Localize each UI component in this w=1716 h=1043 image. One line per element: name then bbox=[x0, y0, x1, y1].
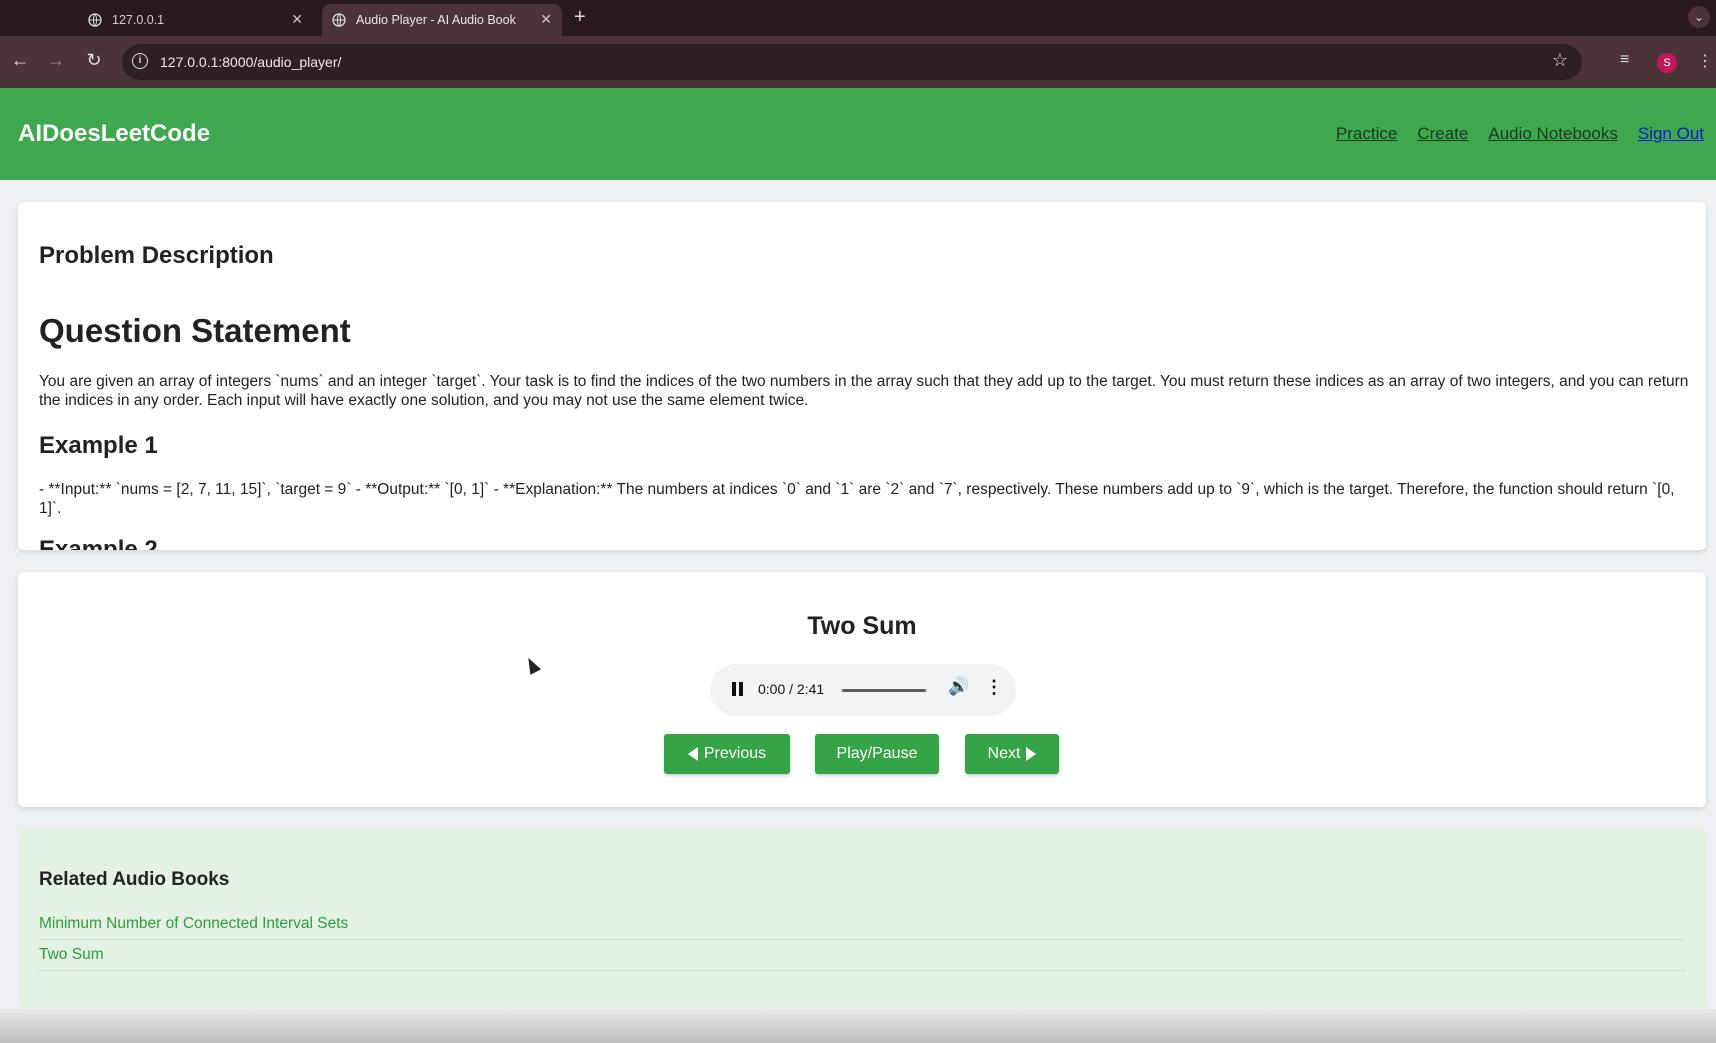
nav-link-audio-notebooks[interactable]: Audio Notebooks bbox=[1488, 124, 1617, 144]
nav-link-practice[interactable]: Practice bbox=[1336, 124, 1397, 144]
problem-description-card[interactable]: Problem Description Question Statement Y… bbox=[18, 202, 1706, 550]
browser-toolbar: ← → ↻ i 127.0.0.1:8000/audio_player/ ☆ ≡… bbox=[0, 36, 1716, 88]
address-bar[interactable]: i 127.0.0.1:8000/audio_player/ ☆ bbox=[122, 44, 1582, 80]
new-tab-icon[interactable]: + bbox=[574, 6, 586, 29]
example-text: - **Input:** `nums = [2, 7, 11, 15]`, `t… bbox=[39, 481, 1675, 517]
main-nav: Practice Create Audio Notebooks Sign Out bbox=[1336, 124, 1704, 144]
more-options-icon[interactable]: ⋮ bbox=[985, 677, 1003, 698]
close-icon[interactable]: ✕ bbox=[540, 11, 552, 28]
section-title: Problem Description bbox=[39, 242, 274, 269]
seek-slider[interactable] bbox=[842, 689, 926, 692]
site-header: AIDoesLeetCode Practice Create Audio Not… bbox=[0, 88, 1716, 180]
info-icon[interactable]: i bbox=[132, 53, 148, 69]
close-icon[interactable]: ✕ bbox=[291, 11, 303, 28]
related-link[interactable]: Two Sum bbox=[39, 946, 104, 963]
globe-icon bbox=[88, 13, 102, 27]
triangle-right-icon bbox=[1026, 747, 1037, 761]
browser-tab[interactable]: 127.0.0.1 ✕ bbox=[88, 4, 313, 36]
forward-icon[interactable]: → bbox=[44, 50, 68, 71]
media-controls-icon[interactable]: ≡ bbox=[1620, 51, 1629, 69]
triangle-left-icon bbox=[687, 747, 698, 761]
play-pause-button[interactable]: Play/Pause bbox=[815, 734, 939, 774]
bottom-bar bbox=[0, 1009, 1716, 1043]
list-item: Two Sum bbox=[39, 940, 1685, 971]
browser-tab-bar: 127.0.0.1 ✕ Audio Player - AI Audio Book… bbox=[0, 0, 1716, 36]
nav-link-create[interactable]: Create bbox=[1417, 124, 1468, 144]
next-button[interactable]: Next bbox=[965, 734, 1059, 774]
related-audio-books: Related Audio Books Minimum Number of Co… bbox=[18, 829, 1706, 1009]
previous-label: Previous bbox=[703, 745, 767, 762]
avatar[interactable]: S bbox=[1657, 53, 1677, 73]
back-icon[interactable]: ← bbox=[8, 50, 32, 71]
reload-icon[interactable]: ↻ bbox=[82, 50, 106, 71]
browser-tab-active[interactable]: Audio Player - AI Audio Book ✕ bbox=[322, 4, 562, 36]
tab-label: 127.0.0.1 bbox=[112, 13, 165, 27]
question-heading: Question Statement bbox=[39, 312, 351, 349]
list-item: Minimum Number of Connected Interval Set… bbox=[39, 909, 1685, 940]
related-heading: Related Audio Books bbox=[39, 869, 230, 890]
star-icon[interactable]: ☆ bbox=[1552, 50, 1568, 71]
globe-icon bbox=[332, 13, 346, 27]
kebab-menu-icon[interactable]: ⋮ bbox=[1697, 51, 1713, 71]
previous-button[interactable]: Previous bbox=[664, 734, 790, 774]
audio-player-card: Two Sum 0:00 / 2:41 🔊 ⋮ Previous Play/Pa… bbox=[18, 572, 1706, 807]
volume-icon[interactable]: 🔊 bbox=[948, 677, 969, 697]
related-list: Minimum Number of Connected Interval Set… bbox=[39, 909, 1685, 971]
pause-icon[interactable] bbox=[732, 682, 743, 696]
audio-player[interactable]: 0:00 / 2:41 🔊 ⋮ bbox=[710, 664, 1016, 716]
url-text: 127.0.0.1:8000/audio_player/ bbox=[160, 54, 342, 70]
chevron-down-icon[interactable]: ⌄ bbox=[1688, 6, 1710, 28]
time-display: 0:00 / 2:41 bbox=[758, 681, 825, 697]
example-heading: Example 2 bbox=[39, 536, 158, 550]
next-label: Next bbox=[987, 745, 1021, 762]
nav-link-sign-out[interactable]: Sign Out bbox=[1638, 124, 1704, 144]
question-text: You are given an array of integers `nums… bbox=[39, 373, 1689, 409]
tab-label: Audio Player - AI Audio Book bbox=[356, 13, 516, 27]
play-pause-label: Play/Pause bbox=[836, 745, 918, 762]
example-heading: Example 1 bbox=[39, 432, 158, 459]
related-link[interactable]: Minimum Number of Connected Interval Set… bbox=[39, 915, 348, 932]
site-logo[interactable]: AIDoesLeetCode bbox=[18, 120, 210, 148]
track-title: Two Sum bbox=[807, 612, 917, 640]
